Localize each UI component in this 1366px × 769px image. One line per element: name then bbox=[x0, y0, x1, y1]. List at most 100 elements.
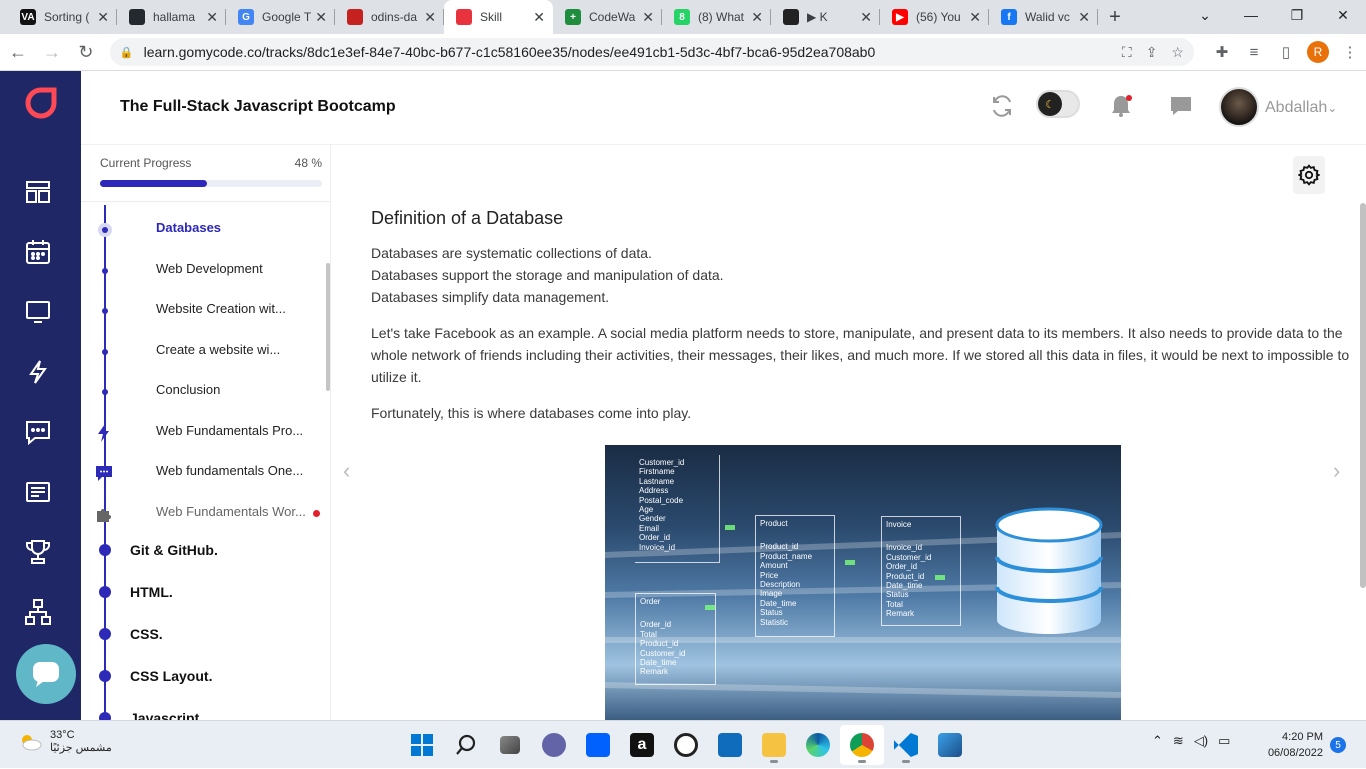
tab-close-icon[interactable]: ✕ bbox=[751, 9, 763, 26]
browser-tab[interactable]: G Google T ✕ bbox=[226, 0, 335, 34]
document-icon[interactable] bbox=[24, 478, 52, 506]
translate-icon[interactable]: ⛶ bbox=[1122, 44, 1132, 61]
browser-tab[interactable]: ▶ K ✕ bbox=[771, 0, 880, 34]
back-button[interactable]: ← bbox=[2, 36, 34, 68]
chevron-up-icon[interactable]: ⌃ bbox=[1152, 733, 1163, 749]
content-scrollbar[interactable] bbox=[1360, 203, 1366, 588]
mail-button[interactable] bbox=[708, 725, 752, 765]
chat-icon[interactable] bbox=[24, 418, 52, 446]
chapter-item[interactable]: HTML. bbox=[130, 584, 173, 600]
wifi-icon[interactable]: ≋ bbox=[1173, 733, 1184, 749]
tab-close-icon[interactable]: ✕ bbox=[206, 9, 218, 26]
intro-line: Databases support the storage and manipu… bbox=[371, 267, 724, 283]
browser-tab[interactable]: f Walid vc ✕ bbox=[989, 0, 1098, 34]
teams-chat-button[interactable] bbox=[532, 725, 576, 765]
previous-arrow-icon[interactable]: ‹ bbox=[343, 458, 350, 484]
hierarchy-icon[interactable] bbox=[24, 598, 52, 626]
close-window-button[interactable]: ✕ bbox=[1320, 0, 1366, 30]
sidebar-scrollbar[interactable] bbox=[326, 263, 330, 391]
tab-close-icon[interactable]: ✕ bbox=[424, 9, 436, 26]
app-generic-button[interactable] bbox=[664, 725, 708, 765]
user-avatar[interactable] bbox=[1219, 87, 1259, 127]
task-view-button[interactable] bbox=[488, 725, 532, 765]
browser-tab[interactable]: hallama ✕ bbox=[117, 0, 226, 34]
tab-close-icon[interactable]: ✕ bbox=[860, 9, 872, 26]
next-arrow-icon[interactable]: › bbox=[1333, 458, 1340, 484]
table-field: Remark bbox=[640, 667, 669, 677]
chapter-item[interactable]: CSS. bbox=[130, 626, 163, 642]
side-panel-icon[interactable]: ▯ bbox=[1270, 43, 1302, 61]
tab-close-icon[interactable]: ✕ bbox=[642, 9, 654, 26]
browser-tab[interactable]: Skill ✕ bbox=[444, 0, 553, 34]
lesson-item[interactable]: Web Fundamentals Wor... bbox=[156, 504, 306, 519]
tab-close-icon[interactable]: ✕ bbox=[969, 9, 981, 26]
file-explorer-button[interactable] bbox=[752, 725, 796, 765]
dark-mode-toggle[interactable]: ☾ bbox=[1036, 90, 1080, 118]
edge-button[interactable] bbox=[796, 725, 840, 765]
weather-widget[interactable]: 33°C مشمس جزئيًا bbox=[18, 729, 112, 754]
tab-close-icon[interactable]: ✕ bbox=[315, 9, 327, 26]
table-field: Status bbox=[760, 608, 783, 618]
progress-label: Current Progress bbox=[100, 156, 192, 170]
url-text[interactable]: learn.gomycode.co/tracks/8dc1e3ef-84e7-4… bbox=[144, 44, 1108, 60]
lesson-item[interactable]: Conclusion bbox=[156, 382, 220, 397]
browser-tab[interactable]: 8 (8) What ✕ bbox=[662, 0, 771, 34]
lesson-item[interactable]: Create a website wi... bbox=[156, 342, 280, 357]
refresh-icon[interactable] bbox=[990, 94, 1014, 118]
messages-icon[interactable] bbox=[1169, 95, 1193, 117]
reload-button[interactable]: ↻ bbox=[70, 36, 102, 68]
table-field: Price bbox=[760, 570, 779, 580]
minimize-button[interactable]: — bbox=[1228, 0, 1274, 30]
restore-button[interactable]: ❐ bbox=[1274, 0, 1320, 30]
lesson-item[interactable]: Web Development bbox=[156, 261, 263, 276]
lesson-item[interactable]: Web Fundamentals Pro... bbox=[156, 423, 303, 438]
new-tab-button[interactable]: + bbox=[1098, 0, 1132, 34]
amazon-button[interactable]: a bbox=[620, 725, 664, 765]
browser-tab[interactable]: ▶ (56) You ✕ bbox=[880, 0, 989, 34]
lightning-icon[interactable] bbox=[24, 358, 52, 386]
browser-tab[interactable]: + CodeWa ✕ bbox=[553, 0, 662, 34]
tab-search-icon[interactable]: ⌄ bbox=[1182, 0, 1228, 30]
chapter-item[interactable]: Git & GitHub. bbox=[130, 542, 218, 558]
chrome-button[interactable] bbox=[840, 725, 884, 765]
tab-close-icon[interactable]: ✕ bbox=[1078, 9, 1090, 26]
forward-button[interactable]: → bbox=[36, 36, 68, 68]
laptop-icon[interactable] bbox=[24, 298, 52, 326]
clock[interactable]: 4:20 PM 06/08/2022 bbox=[1257, 729, 1323, 761]
browser-tab[interactable]: VA Sorting (✕ bbox=[8, 0, 117, 34]
dropbox-button[interactable] bbox=[576, 725, 620, 765]
trophy-icon[interactable] bbox=[24, 538, 52, 566]
lesson-item[interactable]: Website Creation wit... bbox=[156, 301, 286, 316]
profile-avatar[interactable]: R bbox=[1306, 41, 1329, 63]
browser-tab[interactable]: odins-da ✕ bbox=[335, 0, 444, 34]
chrome-menu-icon[interactable]: ⋮ bbox=[1334, 43, 1366, 61]
omnibox[interactable]: 🔒 learn.gomycode.co/tracks/8dc1e3ef-84e7… bbox=[109, 38, 1194, 66]
lesson-item[interactable]: Databases bbox=[156, 220, 221, 235]
teams-chat-icon bbox=[542, 733, 566, 757]
dashboard-icon[interactable] bbox=[24, 178, 52, 206]
search-button[interactable] bbox=[444, 725, 488, 765]
chapter-item[interactable]: CSS Layout. bbox=[130, 668, 212, 684]
extensions-puzzle-icon[interactable]: ✚ bbox=[1206, 43, 1238, 61]
share-icon[interactable]: ⇪ bbox=[1146, 44, 1158, 61]
tab-close-icon[interactable]: ✕ bbox=[97, 9, 109, 26]
gomycode-logo[interactable] bbox=[25, 87, 57, 119]
user-name-menu[interactable]: Abdallah⌄ bbox=[1265, 99, 1337, 117]
battery-icon[interactable]: ▭ bbox=[1218, 733, 1230, 749]
chapter-item[interactable]: Javascript bbox=[130, 710, 199, 720]
settings-button[interactable] bbox=[1293, 156, 1325, 194]
bell-icon[interactable] bbox=[1110, 94, 1132, 118]
vscode-button[interactable] bbox=[884, 725, 928, 765]
lesson-item[interactable]: Web fundamentals One... bbox=[156, 463, 303, 478]
notification-badge[interactable]: 5 bbox=[1330, 737, 1346, 753]
photos-button[interactable] bbox=[928, 725, 972, 765]
weather-desc: مشمس جزئيًا bbox=[50, 742, 112, 754]
media-control-icon[interactable]: ≡ bbox=[1238, 44, 1270, 61]
start-button[interactable] bbox=[400, 725, 444, 765]
tab-close-icon[interactable]: ✕ bbox=[533, 9, 545, 26]
support-chat-button[interactable] bbox=[16, 644, 76, 704]
volume-icon[interactable]: ◁) bbox=[1194, 733, 1208, 749]
calendar-icon[interactable] bbox=[24, 238, 52, 266]
app-left-nav bbox=[0, 71, 81, 720]
bookmark-star-icon[interactable]: ☆ bbox=[1171, 44, 1184, 61]
